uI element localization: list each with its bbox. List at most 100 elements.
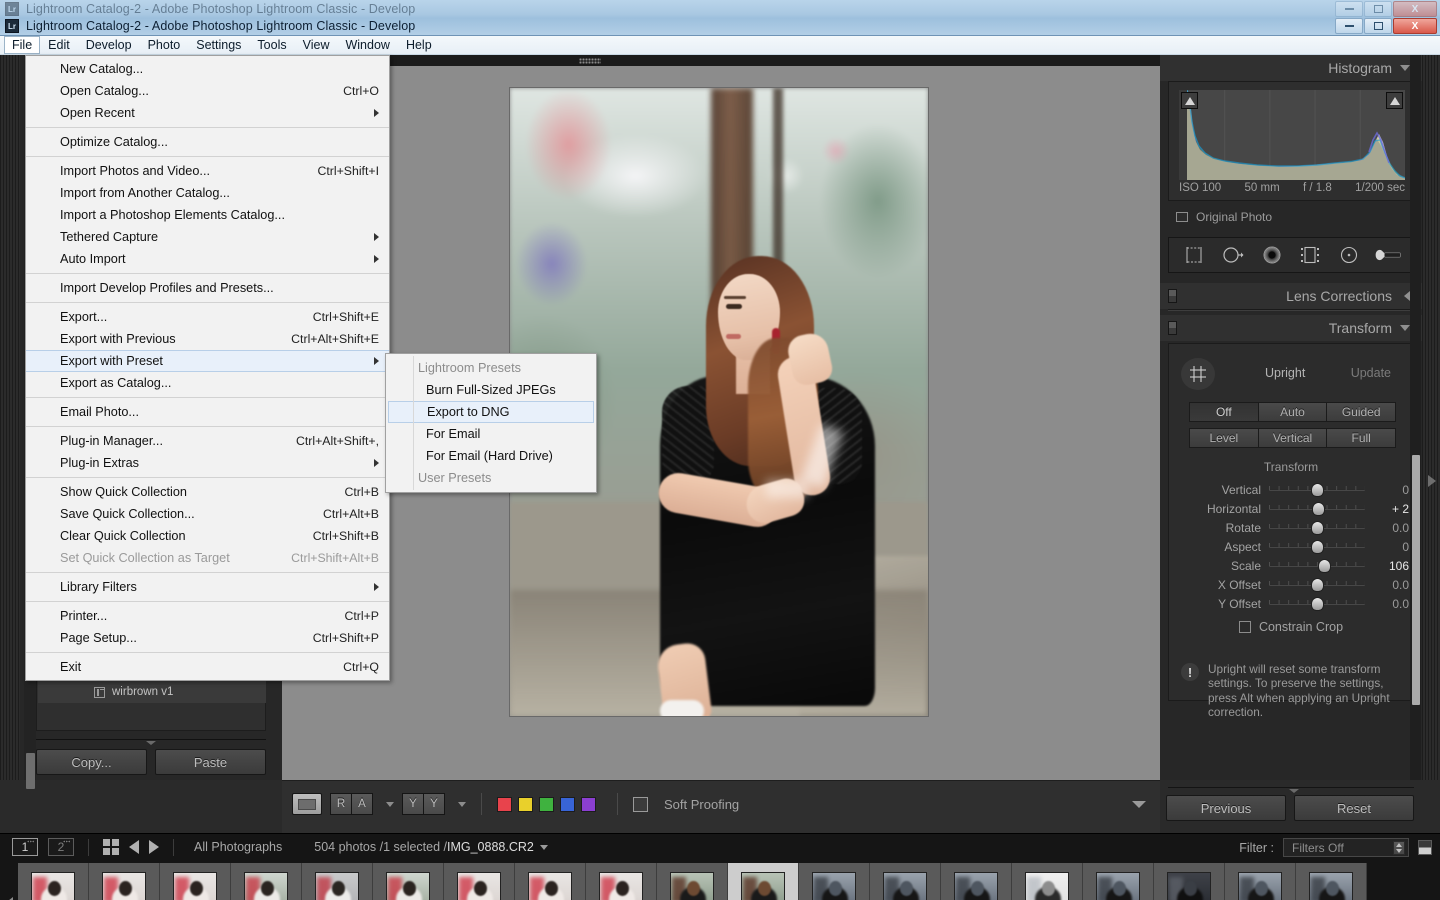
filmstrip-track[interactable] (18, 863, 1422, 900)
filename-chevron-down-icon[interactable] (539, 844, 548, 850)
file-menu-item-open-recent[interactable]: Open Recent (26, 102, 389, 124)
slider-track[interactable] (1269, 502, 1365, 515)
filter-enable-toggle[interactable] (1418, 840, 1432, 855)
menu-help[interactable]: Help (398, 36, 440, 54)
lens-corrections-panel-header[interactable]: Lens Corrections (1160, 283, 1422, 309)
graduated-filter-tool[interactable] (1295, 242, 1325, 268)
slider-track[interactable] (1269, 597, 1365, 610)
upright-update-button[interactable]: Update (1351, 366, 1391, 380)
restore-button[interactable] (1364, 18, 1392, 34)
file-menu-item-plug-in-manager[interactable]: Plug-in Manager... Ctrl+Alt+Shift+, (26, 430, 389, 452)
before-after-buttons[interactable]: RA (330, 793, 373, 815)
preset-item-for-email[interactable]: For Email (386, 423, 596, 445)
filmstrip-thumbnail[interactable] (89, 863, 160, 900)
slider-row-horizontal[interactable]: Horizontal + 2 (1169, 499, 1413, 518)
right-panel-collapse-arrow-icon[interactable] (1428, 475, 1436, 487)
file-menu-dropdown[interactable]: New Catalog... Open Catalog... Ctrl+O Open … (25, 55, 390, 681)
file-menu-item-tethered-capture[interactable]: Tethered Capture (26, 226, 389, 248)
file-menu-item-import-from-another-catalog[interactable]: Import from Another Catalog... (26, 182, 389, 204)
file-menu-item-auto-import[interactable]: Auto Import (26, 248, 389, 270)
preset-item-for-email-hard-drive[interactable]: For Email (Hard Drive) (386, 445, 596, 467)
source-label[interactable]: All Photographs (194, 840, 282, 854)
file-menu-item-plug-in-extras[interactable]: Plug-in Extras (26, 452, 389, 474)
filmstrip-thumbnail[interactable] (160, 863, 231, 900)
before-after-button-0[interactable]: R (330, 793, 352, 815)
flag-button-0[interactable]: Y (402, 793, 424, 815)
menu-settings[interactable]: Settings (188, 36, 249, 54)
menu-develop[interactable]: Develop (78, 36, 140, 54)
chevron-down-icon-transform[interactable] (1400, 325, 1410, 331)
file-menu-item-exit[interactable]: Exit Ctrl+Q (26, 656, 389, 678)
file-menu-item-export-as-catalog[interactable]: Export as Catalog... (26, 372, 389, 394)
minimize-button[interactable] (1335, 18, 1363, 34)
file-menu-item-email-photo[interactable]: Email Photo... (26, 401, 389, 423)
filmstrip-thumbnail[interactable] (18, 863, 89, 900)
preset-item-export-to-dng[interactable]: Export to DNG (388, 401, 594, 423)
slider-value[interactable]: 106 (1365, 559, 1409, 573)
color-label-swatch-3[interactable] (560, 796, 575, 812)
filmstrip-thumbnail[interactable] (302, 863, 373, 900)
red-eye-tool[interactable] (1257, 242, 1287, 268)
filmstrip-thumbnail[interactable] (1012, 863, 1083, 900)
filmstrip-thumbnail[interactable] (586, 863, 657, 900)
slider-value[interactable]: 0.0 (1365, 521, 1409, 535)
slider-value[interactable]: 0 (1365, 483, 1409, 497)
photo-status[interactable]: 504 photos /1 selected / IMG_0888.CR2 (314, 840, 548, 854)
transform-toggle-switch[interactable] (1168, 321, 1177, 335)
slider-track[interactable] (1269, 559, 1365, 572)
grid-view-icon[interactable] (103, 839, 119, 855)
filmstrip-thumbnail[interactable] (231, 863, 302, 900)
slider-knob[interactable] (1311, 540, 1323, 553)
file-menu-item-optimize-catalog[interactable]: Optimize Catalog... (26, 131, 389, 153)
close-button[interactable]: X (1393, 18, 1437, 34)
before-after-chevron-down-icon[interactable] (386, 801, 394, 807)
filmstrip-thumbnail[interactable] (657, 863, 728, 900)
paste-button[interactable]: Paste (155, 749, 266, 775)
upright-crop-icon[interactable] (1181, 358, 1215, 390)
filmstrip-thumbnail[interactable] (1154, 863, 1225, 900)
upright-vertical-button[interactable]: Vertical (1257, 428, 1328, 448)
slider-track[interactable] (1269, 578, 1365, 591)
original-photo-row[interactable]: Original Photo (1168, 207, 1414, 227)
window-2-button[interactable]: 2 (48, 838, 74, 856)
chevron-down-icon[interactable] (1400, 65, 1410, 71)
menu-photo[interactable]: Photo (140, 36, 189, 54)
filmstrip-thumbnail[interactable] (870, 863, 941, 900)
shadow-clipping-indicator[interactable] (1181, 92, 1198, 109)
constrain-crop-checkbox[interactable] (1238, 621, 1251, 633)
right-panel-collapse-caret-icon[interactable] (1289, 789, 1299, 793)
spot-removal-tool[interactable] (1218, 242, 1248, 268)
preset-list[interactable]: wirbrown v1 (36, 679, 266, 731)
slider-knob[interactable] (1311, 578, 1323, 591)
panel-grip-icon[interactable] (579, 58, 601, 64)
slider-knob[interactable] (1311, 483, 1323, 496)
slider-value[interactable]: + 2 (1365, 502, 1409, 516)
menu-window[interactable]: Window (337, 36, 397, 54)
filter-select[interactable]: Filters Off (1283, 838, 1409, 857)
color-label-swatch-4[interactable] (581, 796, 596, 812)
upright-level-button[interactable]: Level (1189, 428, 1259, 448)
file-menu-item-import-photos-and-video[interactable]: Import Photos and Video... Ctrl+Shift+I (26, 160, 389, 182)
slider-track[interactable] (1269, 540, 1365, 553)
slider-value[interactable]: 0 (1365, 540, 1409, 554)
preset-item-burn-full-sized-jpegs[interactable]: Burn Full-Sized JPEGs (386, 379, 596, 401)
upright-auto-button[interactable]: Auto (1257, 402, 1328, 422)
filmstrip-thumbnail[interactable] (515, 863, 586, 900)
next-photo-arrow-icon[interactable] (149, 840, 159, 854)
original-photo-checkbox[interactable] (1176, 212, 1188, 222)
file-menu-item-library-filters[interactable]: Library Filters (26, 576, 389, 598)
adjustment-brush-tool[interactable] (1373, 242, 1403, 268)
slider-value[interactable]: 0.0 (1365, 597, 1409, 611)
toolbar-hide-caret-icon[interactable] (1132, 801, 1146, 808)
preset-item-wirbrown[interactable]: wirbrown v1 (38, 681, 266, 703)
file-menu-item-printer[interactable]: Printer... Ctrl+P (26, 605, 389, 627)
filmstrip-thumbnail-selected[interactable] (728, 863, 799, 900)
window-1-button[interactable]: 1 (12, 838, 38, 856)
filmstrip-thumbnail[interactable] (1296, 863, 1367, 900)
filmstrip-thumbnail[interactable] (941, 863, 1012, 900)
file-menu-item-show-quick-collection[interactable]: Show Quick Collection Ctrl+B (26, 481, 389, 503)
color-label-swatch-2[interactable] (539, 796, 554, 812)
file-menu-item-export-with-previous[interactable]: Export with Previous Ctrl+Alt+Shift+E (26, 328, 389, 350)
slider-row-scale[interactable]: Scale 106 (1169, 556, 1413, 575)
slider-knob[interactable] (1311, 597, 1323, 610)
